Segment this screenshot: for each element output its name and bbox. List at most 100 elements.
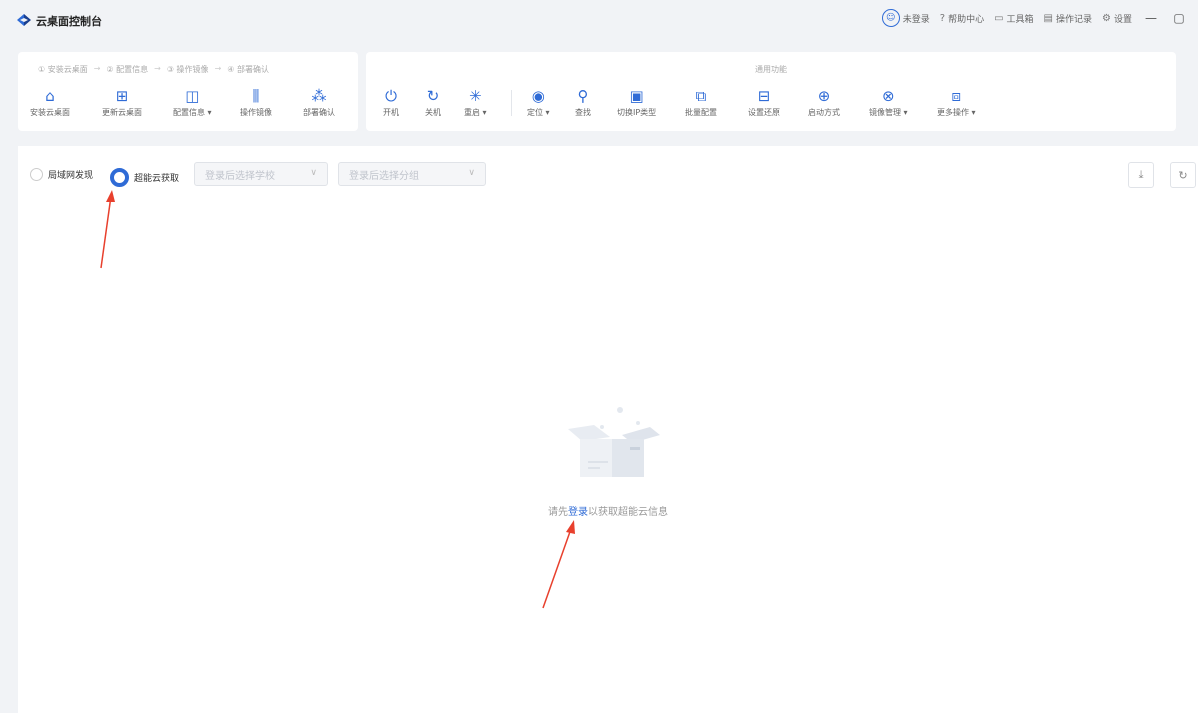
search-button[interactable]: ⚲ 查找: [575, 87, 591, 118]
restore-button[interactable]: ⊟ 设置还原: [748, 87, 780, 118]
restart-label: 重启 ▾: [464, 108, 487, 117]
deploy-confirm-button[interactable]: ⁂ 部署确认: [303, 87, 335, 118]
toolbox-icon: ▭: [994, 12, 1004, 24]
switch-ip-icon: ▣: [629, 87, 644, 105]
more-actions-button[interactable]: ⧈ 更多操作 ▾: [937, 87, 976, 118]
restore-label: 设置还原: [748, 108, 780, 117]
user-avatar-icon: ☺: [881, 9, 900, 27]
download-icon: ⤓: [1138, 168, 1144, 181]
minimize-button[interactable]: —: [1142, 11, 1160, 25]
chevron-down-icon: ∨: [468, 168, 475, 178]
power-on-icon: ⏻: [385, 87, 397, 105]
cloud-fetch-label: 超能云获取: [134, 174, 180, 184]
toolbox-button[interactable]: ▭ 工具箱: [994, 12, 1033, 25]
step-3: ③ 操作镜像: [166, 65, 209, 74]
power-on-label: 开机: [383, 108, 399, 117]
step-4: ④ 部署确认: [227, 65, 269, 74]
login-link[interactable]: 登录: [568, 507, 588, 518]
config-info-button[interactable]: ◫ 配置信息 ▾: [173, 87, 212, 118]
update-desktop-icon: ⊞: [115, 87, 129, 105]
batch-config-icon: ⧉: [695, 87, 707, 105]
group-select[interactable]: 登录后选择分组 ∨: [338, 162, 486, 186]
school-select[interactable]: 登录后选择学校 ∨: [194, 162, 328, 186]
radio-unchecked-icon: [30, 168, 43, 181]
help-center-label: 帮助中心: [948, 14, 985, 25]
user-status[interactable]: ☺ 未登录: [881, 9, 930, 27]
help-center-button[interactable]: ? 帮助中心: [940, 12, 984, 25]
more-actions-icon: ⧈: [951, 87, 962, 105]
lan-discovery-radio[interactable]: 局域网发现: [30, 168, 93, 181]
common-functions-title: 通用功能: [755, 65, 787, 74]
group-select-placeholder: 登录后选择分组: [349, 170, 419, 182]
image-manage-label: 镜像管理 ▾: [869, 108, 908, 117]
step-2: ② 配置信息: [106, 65, 149, 74]
chevron-down-icon: ∨: [310, 168, 317, 178]
title-bar: 云桌面控制台 ☺ 未登录 ? 帮助中心 ▭ 工具箱 ▤ 操作记录 ⚙ 设置 — …: [0, 0, 1198, 40]
empty-state-message: 请先登录以获取超能云信息: [18, 503, 1198, 518]
settings-label: 设置: [1113, 14, 1132, 25]
radio-checked-icon: [110, 168, 129, 187]
lan-discovery-label: 局域网发现: [48, 171, 94, 181]
step-1: ① 安装云桌面: [38, 65, 88, 74]
cloud-fetch-radio[interactable]: 超能云获取: [110, 168, 179, 187]
power-off-button[interactable]: ↻ 关机: [425, 87, 441, 118]
step-indicator: ① 安装云桌面 → ② 配置信息 → ③ 操作镜像 → ④ 部署确认: [38, 64, 269, 74]
operation-log-label: 操作记录: [1056, 14, 1093, 25]
more-actions-label: 更多操作 ▾: [937, 108, 976, 117]
log-icon: ▤: [1043, 12, 1053, 24]
image-manage-button[interactable]: ⊗ 镜像管理 ▾: [869, 87, 908, 118]
deploy-steps-panel: ① 安装云桌面 → ② 配置信息 → ③ 操作镜像 → ④ 部署确认 ⌂ 安装云桌面 …: [18, 52, 358, 131]
update-desktop-label: 更新云桌面: [102, 108, 142, 117]
restore-icon: ⊟: [757, 87, 771, 105]
mirror-label: 操作镜像: [240, 108, 272, 117]
boot-mode-icon: ⊕: [817, 87, 831, 105]
switch-ip-label: 切换IP类型: [617, 108, 657, 117]
toolbox-label: 工具箱: [1006, 14, 1034, 25]
main-content: 局域网发现 超能云获取 登录后选择学校 ∨ 登录后选择分组 ∨ ⤓ ↻ 请先登录…: [18, 146, 1198, 713]
switch-ip-button[interactable]: ▣ 切换IP类型: [617, 87, 656, 118]
empty-box-illustration: [568, 407, 660, 477]
refresh-button[interactable]: ↻: [1170, 162, 1196, 188]
mirror-button[interactable]: ⫼ 操作镜像: [240, 87, 272, 118]
batch-config-button[interactable]: ⧉ 批量配置: [685, 87, 717, 118]
install-desktop-icon: ⌂: [45, 87, 55, 105]
titlebar-actions: ☺ 未登录 ? 帮助中心 ▭ 工具箱 ▤ 操作记录 ⚙ 设置 — ▢: [881, 9, 1188, 27]
install-desktop-label: 安装云桌面: [30, 108, 70, 117]
boot-mode-label: 启动方式: [808, 108, 840, 117]
power-off-label: 关机: [425, 108, 441, 117]
config-info-icon: ◫: [185, 87, 200, 105]
locate-button[interactable]: ◉ 定位 ▾: [527, 87, 550, 118]
app-title: 云桌面控制台: [36, 15, 102, 28]
empty-suffix: 以获取超能云信息: [588, 507, 668, 518]
locate-icon: ◉: [531, 87, 545, 105]
search-icon: ⚲: [577, 87, 589, 105]
operation-log-button[interactable]: ▤ 操作记录: [1044, 12, 1092, 25]
config-info-label: 配置信息 ▾: [173, 108, 212, 117]
maximize-button[interactable]: ▢: [1170, 11, 1188, 25]
power-off-icon: ↻: [426, 87, 440, 105]
locate-label: 定位 ▾: [527, 108, 550, 117]
gear-icon: ⚙: [1102, 12, 1111, 24]
update-desktop-button[interactable]: ⊞ 更新云桌面: [102, 87, 142, 118]
deploy-confirm-label: 部署确认: [303, 108, 335, 117]
boot-mode-button[interactable]: ⊕ 启动方式: [808, 87, 840, 118]
refresh-icon: ↻: [1178, 168, 1188, 182]
search-label: 查找: [575, 108, 591, 117]
school-select-placeholder: 登录后选择学校: [205, 170, 275, 182]
mirror-icon: ⫼: [252, 87, 260, 105]
image-manage-icon: ⊗: [881, 87, 895, 105]
empty-prefix: 请先: [548, 507, 568, 518]
restart-icon: ✳: [468, 87, 482, 105]
toolbar-divider: [511, 90, 512, 116]
download-button[interactable]: ⤓: [1128, 162, 1154, 188]
user-status-label: 未登录: [902, 14, 930, 25]
power-on-button[interactable]: ⏻ 开机: [383, 87, 399, 118]
restart-button[interactable]: ✳ 重启 ▾: [464, 87, 487, 118]
help-icon: ?: [939, 12, 946, 24]
common-functions-panel: 通用功能 ⏻ 开机 ↻ 关机 ✳ 重启 ▾ ◉ 定位 ▾ ⚲ 查找 ▣ 切换IP…: [366, 52, 1176, 131]
app-logo-icon: [17, 14, 31, 26]
batch-config-label: 批量配置: [685, 108, 717, 117]
settings-button[interactable]: ⚙ 设置: [1102, 12, 1132, 25]
deploy-confirm-icon: ⁂: [311, 87, 327, 105]
install-desktop-button[interactable]: ⌂ 安装云桌面: [30, 87, 70, 118]
